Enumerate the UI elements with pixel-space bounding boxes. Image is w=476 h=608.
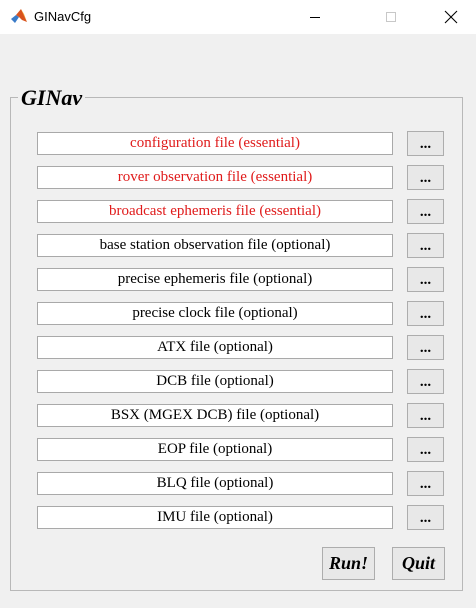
file-path-field[interactable]: broadcast ephemeris file (essential) [37,200,393,223]
browse-button[interactable]: ... [407,233,444,258]
file-path-field[interactable]: EOP file (optional) [37,438,393,461]
maximize-button[interactable] [368,0,414,34]
browse-button[interactable]: ... [407,131,444,156]
minimize-button[interactable] [292,0,338,34]
window-title: GINavCfg [34,9,92,24]
browse-button[interactable]: ... [407,403,444,428]
browse-button[interactable]: ... [407,335,444,360]
minimize-icon [310,17,320,18]
matlab-icon [11,9,27,23]
browse-button[interactable]: ... [407,199,444,224]
browse-button[interactable]: ... [407,301,444,326]
browse-button[interactable]: ... [407,471,444,496]
maximize-icon [386,12,396,22]
group-title: GINav [18,86,86,110]
file-path-field[interactable]: IMU file (optional) [37,506,393,529]
file-path-field[interactable]: BSX (MGEX DCB) file (optional) [37,404,393,427]
file-path-field[interactable]: configuration file (essential) [37,132,393,155]
quit-button[interactable]: Quit [392,547,445,580]
file-path-field[interactable]: precise ephemeris file (optional) [37,268,393,291]
file-path-field[interactable]: ATX file (optional) [37,336,393,359]
browse-button[interactable]: ... [407,505,444,530]
browse-button[interactable]: ... [407,437,444,462]
run-button[interactable]: Run! [322,547,375,580]
file-path-field[interactable]: BLQ file (optional) [37,472,393,495]
close-icon [444,10,458,24]
close-button[interactable] [428,0,474,34]
browse-button[interactable]: ... [407,267,444,292]
file-path-field[interactable]: base station observation file (optional) [37,234,393,257]
file-path-field[interactable]: precise clock file (optional) [37,302,393,325]
browse-button[interactable]: ... [407,369,444,394]
title-bar: GINavCfg [0,0,476,34]
file-path-field[interactable]: rover observation file (essential) [37,166,393,189]
browse-button[interactable]: ... [407,165,444,190]
file-path-field[interactable]: DCB file (optional) [37,370,393,393]
